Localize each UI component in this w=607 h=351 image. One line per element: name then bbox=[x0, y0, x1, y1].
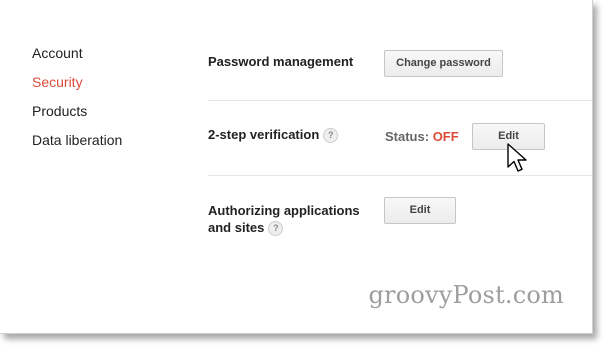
two-step-label: 2-step verification? bbox=[208, 126, 339, 144]
change-password-button[interactable]: Change password bbox=[384, 50, 503, 77]
status-value: OFF bbox=[432, 129, 459, 144]
authorizing-label: Authorizing applications and sites? bbox=[208, 202, 360, 237]
section-divider bbox=[208, 175, 592, 176]
sidebar-item-account[interactable]: Account bbox=[32, 44, 172, 73]
settings-panel: Account Security Products Data liberatio… bbox=[0, 0, 593, 334]
authorizing-label-line2-row: and sites? bbox=[208, 219, 360, 237]
sidebar-item-security[interactable]: Security bbox=[32, 73, 172, 102]
authorizing-section: Authorizing applications and sites? Edit bbox=[208, 195, 592, 245]
section-divider bbox=[208, 100, 592, 101]
two-step-status: Status: OFF bbox=[385, 128, 459, 145]
sidebar-item-data-liberation[interactable]: Data liberation bbox=[32, 131, 172, 160]
screenshot-canvas: Account Security Products Data liberatio… bbox=[0, 0, 607, 351]
authorizing-label-line2: and sites bbox=[208, 220, 265, 235]
password-management-label: Password management bbox=[208, 54, 354, 69]
arrow-cursor-icon bbox=[507, 143, 527, 172]
authorizing-edit-button[interactable]: Edit bbox=[384, 197, 456, 224]
help-icon[interactable]: ? bbox=[323, 128, 339, 144]
sidebar-item-products[interactable]: Products bbox=[32, 102, 172, 131]
watermark: groovyPost.com bbox=[368, 281, 564, 309]
help-icon[interactable]: ? bbox=[268, 221, 284, 237]
password-section: Password management Change password bbox=[208, 48, 592, 88]
two-step-section: 2-step verification? Status: OFF Edit bbox=[208, 120, 592, 160]
sidebar: Account Security Products Data liberatio… bbox=[32, 44, 172, 160]
two-step-label-text: 2-step verification bbox=[208, 127, 320, 142]
status-label: Status: bbox=[385, 129, 430, 144]
authorizing-label-line1: Authorizing applications bbox=[208, 203, 360, 218]
